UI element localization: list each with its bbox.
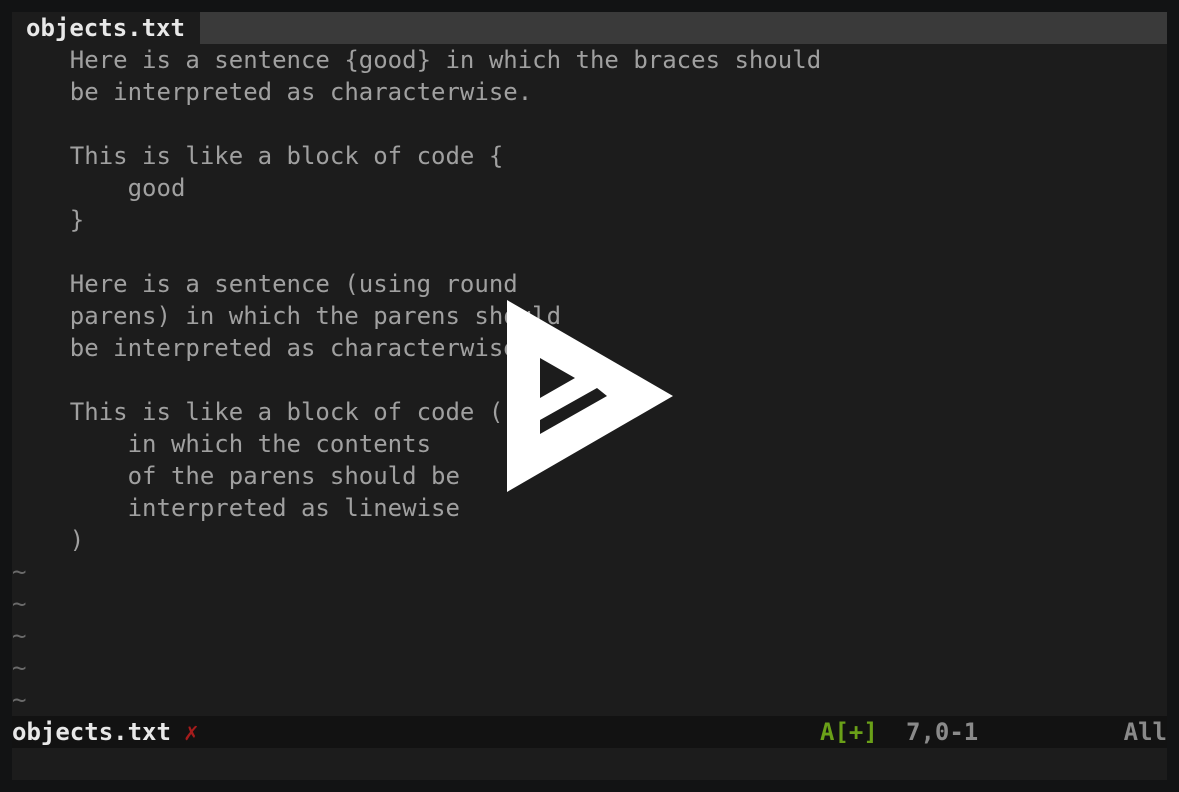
empty-line-tilde: ~ [12, 686, 27, 714]
buffer-line: interpreted as linewise [12, 494, 460, 522]
statusline: objects.txt ✗ A[+] 7,0-1 All [12, 716, 1167, 748]
modified-flag-icon: ✗ [184, 718, 199, 746]
buffer-line: This is like a block of code { [12, 142, 504, 170]
empty-line-tilde: ~ [12, 654, 27, 682]
empty-line-tilde: ~ [12, 558, 27, 586]
command-line[interactable] [12, 748, 1153, 780]
buffer-line: ) [12, 526, 85, 554]
tabline: objects.txt [12, 12, 1167, 44]
buffer-line: be interpreted as characterwise. [12, 78, 533, 106]
buffer-line [12, 236, 1167, 268]
buffer-line: Here is a sentence (using round [12, 270, 518, 298]
buffer-line: Here is a sentence {good} in which the b… [12, 46, 822, 74]
buffer-line: } [12, 206, 85, 234]
status-filename: objects.txt [12, 718, 171, 746]
tab-objects-txt[interactable]: objects.txt [12, 12, 200, 44]
status-mode: A[+] [820, 718, 878, 746]
status-scroll-position: All [1123, 718, 1167, 746]
asciinema-play-icon[interactable] [507, 300, 673, 492]
status-cursor-position: 7,0-1 [906, 718, 979, 746]
empty-line-tilde: ~ [12, 590, 27, 618]
empty-line-tilde: ~ [12, 622, 27, 650]
buffer-line [12, 108, 1167, 140]
buffer-line: good [12, 174, 186, 202]
